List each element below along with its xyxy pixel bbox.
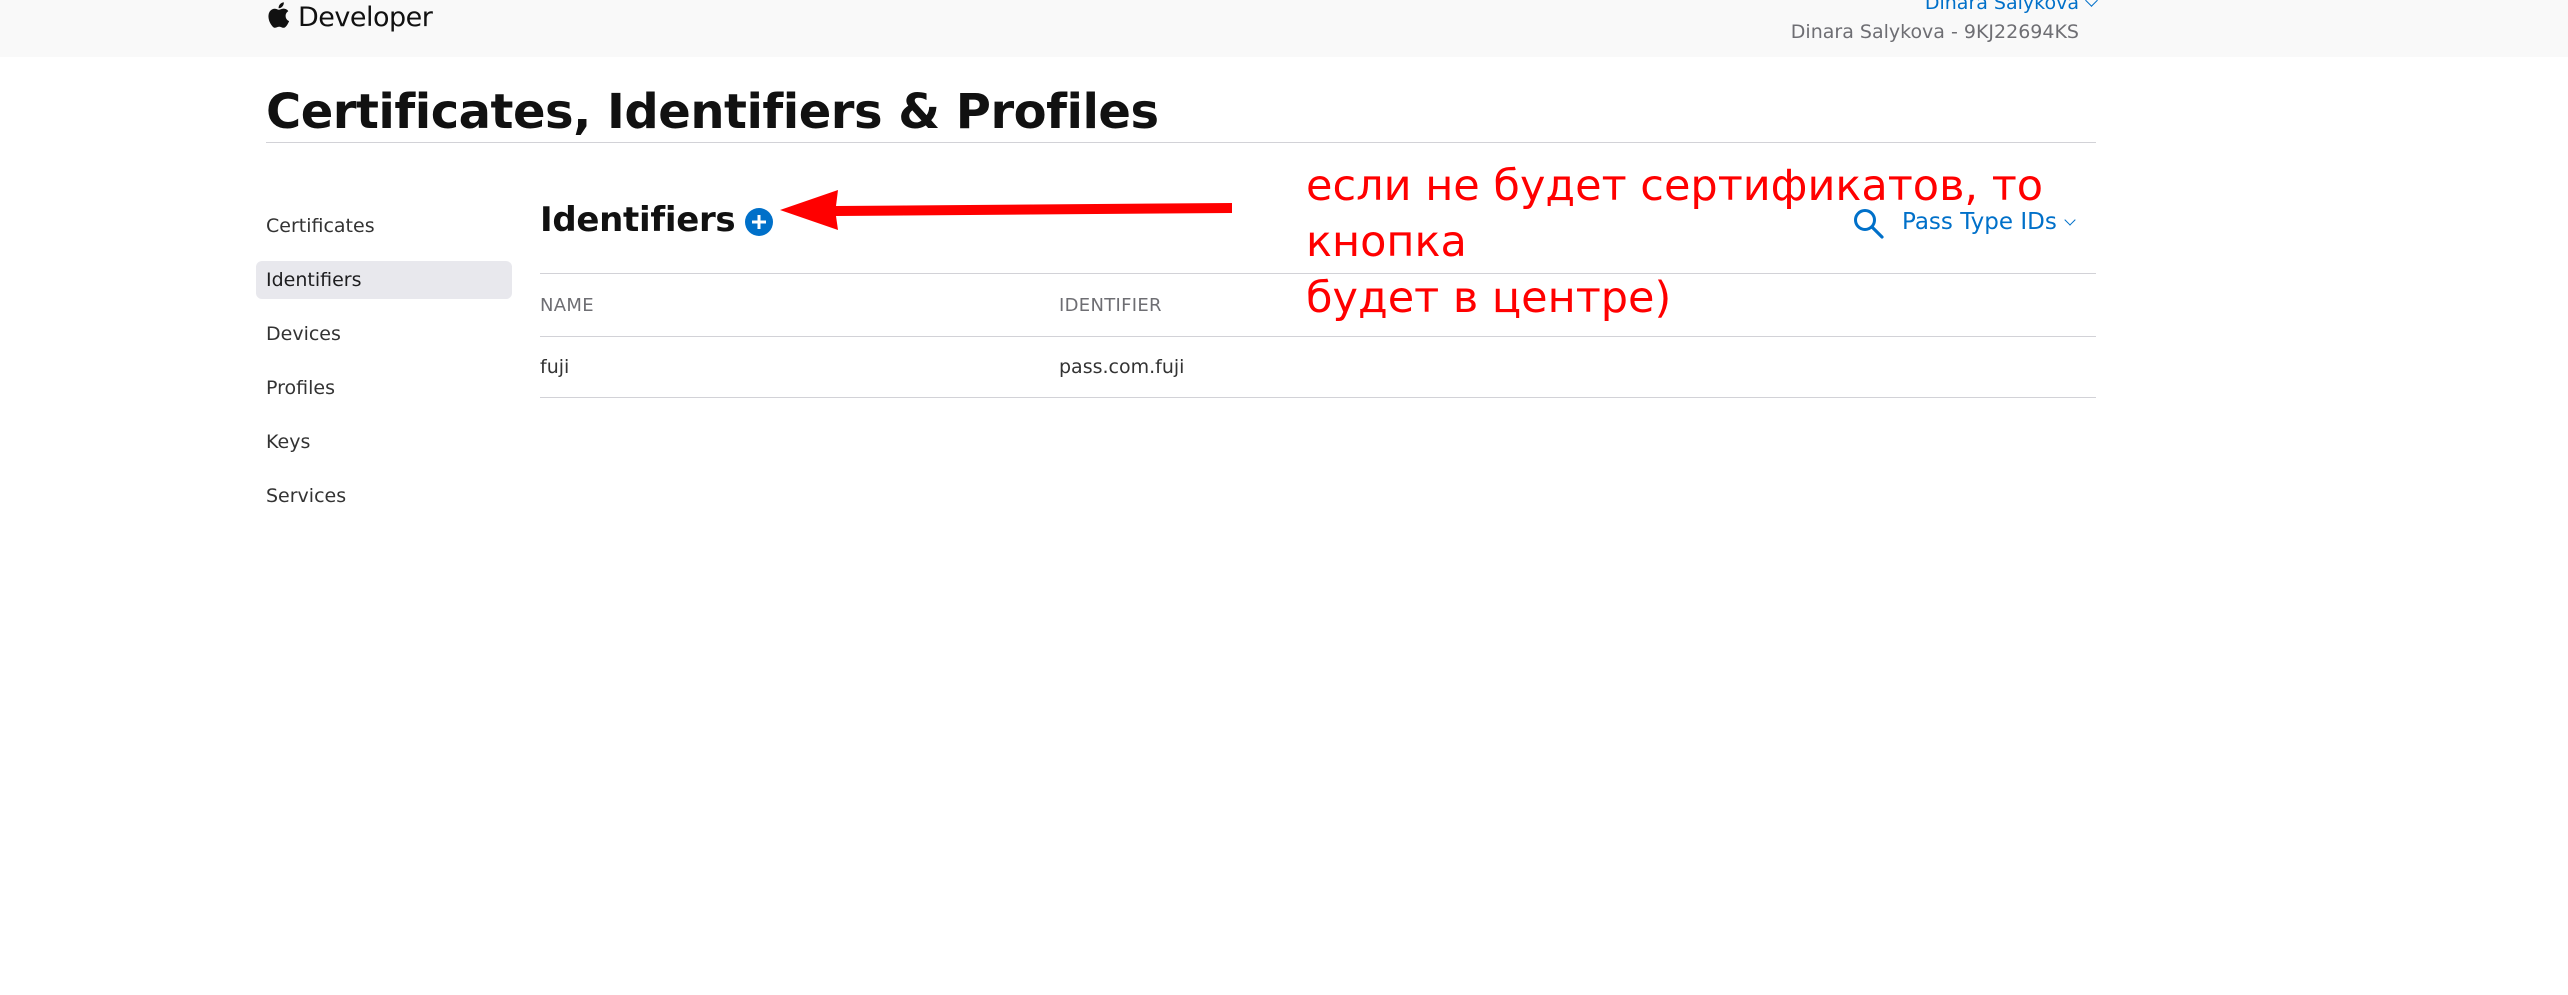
column-header-identifier: IDENTIFIER: [1059, 295, 1162, 316]
sidebar-item-certificates[interactable]: Certificates: [256, 207, 512, 245]
annotation-note: если не будет сертификатов, то кнопка бу…: [1306, 158, 2206, 326]
developer-brand[interactable]: Developer: [266, 0, 433, 34]
title-divider: [266, 142, 2096, 143]
section-title: Identifiers: [540, 200, 736, 240]
account-name: Dinara Salykova: [1924, 0, 2079, 14]
annotation-line-2: будет в центре): [1306, 273, 1672, 323]
top-header: Developer Dinara Salykova Dinara Salykov…: [0, 0, 2568, 57]
page-title: Certificates, Identifiers & Profiles: [266, 84, 1159, 140]
plus-circle-icon[interactable]: [745, 208, 774, 236]
sidebar-item-label: Certificates: [266, 215, 375, 237]
sidebar-item-label: Profiles: [266, 377, 335, 399]
column-header-name: NAME: [540, 295, 594, 316]
apple-logo-icon: [268, 2, 290, 28]
annotation-arrow-icon: [780, 190, 1232, 230]
row-name-cell[interactable]: fuji: [540, 356, 569, 378]
sidebar-item-label: Services: [266, 485, 347, 507]
sidebar-item-devices[interactable]: Devices: [256, 315, 512, 353]
sidebar-item-label: Identifiers: [266, 269, 362, 291]
table-header-divider: [540, 336, 2096, 337]
sidebar-nav: Certificates Identifiers Devices Profile…: [256, 207, 512, 531]
sidebar-item-identifiers[interactable]: Identifiers: [256, 261, 512, 299]
brand-text: Developer: [298, 1, 433, 33]
annotation-line-1: если не будет сертификатов, то кнопка: [1306, 161, 2044, 267]
sidebar-item-label: Devices: [266, 323, 341, 345]
account-menu[interactable]: Dinara Salykova: [1924, 0, 2098, 14]
sidebar-item-services[interactable]: Services: [256, 477, 512, 515]
row-identifier-cell: pass.com.fuji: [1059, 356, 1185, 378]
sidebar-item-keys[interactable]: Keys: [256, 423, 512, 461]
table-row-divider: [540, 397, 2096, 398]
sidebar-item-label: Keys: [266, 431, 311, 453]
section-header: Identifiers: [540, 195, 774, 245]
chevron-down-icon: [2085, 0, 2098, 7]
sidebar-item-profiles[interactable]: Profiles: [256, 369, 512, 407]
team-info: Dinara Salykova - 9KJ22694KS: [1790, 21, 2079, 43]
